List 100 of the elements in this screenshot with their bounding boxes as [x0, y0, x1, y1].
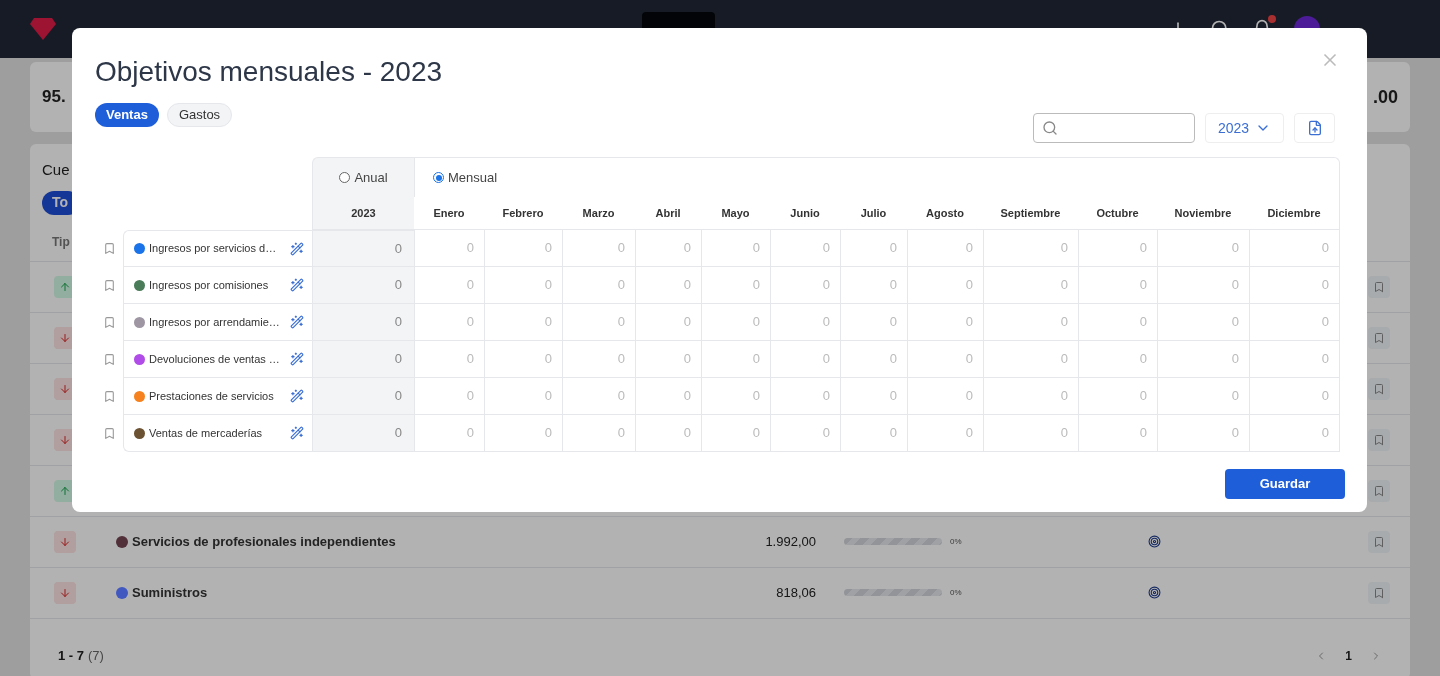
table-cell[interactable]: 0	[394, 386, 402, 406]
table-cell[interactable]: 0	[889, 238, 897, 258]
table-cell[interactable]: 0	[544, 275, 552, 295]
table-cell[interactable]: 0	[394, 349, 402, 369]
table-cell[interactable]: 0	[752, 349, 760, 369]
table-cell[interactable]: 0	[683, 386, 691, 406]
table-cell[interactable]: 0	[965, 238, 973, 258]
table-cell[interactable]: 0	[965, 423, 973, 443]
table-cell[interactable]: 0	[394, 312, 402, 332]
table-cell[interactable]: 0	[1139, 312, 1147, 332]
table-cell[interactable]: 0	[1139, 238, 1147, 258]
magic-wand-icon[interactable]	[290, 389, 304, 403]
bookmark-button[interactable]	[1368, 479, 1390, 502]
export-button[interactable]	[1294, 113, 1335, 143]
table-cell[interactable]: 0	[889, 275, 897, 295]
table-cell[interactable]: 0	[683, 275, 691, 295]
table-cell[interactable]: 0	[617, 312, 625, 332]
table-cell[interactable]: 0	[1060, 312, 1068, 332]
table-cell[interactable]: 0	[822, 423, 830, 443]
table-cell[interactable]: 0	[1321, 312, 1329, 332]
table-cell[interactable]: 0	[1060, 349, 1068, 369]
table-cell[interactable]: 0	[1139, 349, 1147, 369]
magic-wand-icon[interactable]	[290, 426, 304, 440]
table-cell[interactable]: 0	[466, 386, 474, 406]
table-cell[interactable]: 0	[1139, 275, 1147, 295]
target-icon[interactable]	[1147, 535, 1161, 548]
radio-button[interactable]	[339, 172, 351, 183]
table-cell[interactable]: 0	[1231, 423, 1239, 443]
table-cell[interactable]: 0	[1231, 386, 1239, 406]
table-cell[interactable]: 0	[889, 312, 897, 332]
target-icon[interactable]	[1147, 586, 1161, 599]
bookmark-button[interactable]	[1368, 530, 1390, 553]
table-cell[interactable]: 0	[1060, 386, 1068, 406]
table-cell[interactable]: 0	[544, 349, 552, 369]
table-cell[interactable]: 0	[752, 275, 760, 295]
search-field[interactable]	[1033, 113, 1195, 143]
table-cell[interactable]: 0	[1060, 275, 1068, 295]
table-cell[interactable]: 0	[617, 386, 625, 406]
bookmark-button[interactable]	[1368, 326, 1390, 349]
table-cell[interactable]: 0	[822, 238, 830, 258]
table-cell[interactable]: 0	[617, 238, 625, 258]
table-cell[interactable]: 0	[544, 238, 552, 258]
magic-wand-icon[interactable]	[290, 278, 304, 292]
table-cell[interactable]: 0	[466, 312, 474, 332]
table-cell[interactable]: 0	[1139, 423, 1147, 443]
magic-wand-icon[interactable]	[290, 315, 304, 329]
table-cell[interactable]: 0	[965, 275, 973, 295]
bookmark-button[interactable]	[1368, 377, 1390, 400]
table-cell[interactable]: 0	[822, 386, 830, 406]
bookmark-icon[interactable]	[102, 390, 116, 403]
table-cell[interactable]: 0	[617, 275, 625, 295]
table-cell[interactable]: 0	[1060, 238, 1068, 258]
table-cell[interactable]: 0	[1231, 238, 1239, 258]
table-cell[interactable]: 0	[683, 238, 691, 258]
bookmark-button[interactable]	[1368, 581, 1390, 604]
table-cell[interactable]: 0	[965, 386, 973, 406]
tab[interactable]: Gastos	[166, 103, 233, 127]
table-cell[interactable]: 0	[394, 238, 402, 259]
table-cell[interactable]: 0	[752, 312, 760, 332]
tab[interactable]: Ventas	[95, 103, 159, 127]
bookmark-icon[interactable]	[102, 242, 116, 255]
table-cell[interactable]: 0	[1139, 386, 1147, 406]
table-cell[interactable]: 0	[683, 349, 691, 369]
table-cell[interactable]: 0	[752, 423, 760, 443]
bookmark-icon[interactable]	[102, 279, 116, 292]
table-cell[interactable]: 0	[752, 238, 760, 258]
page-number[interactable]: 1	[1345, 647, 1352, 665]
magic-wand-icon[interactable]	[290, 352, 304, 366]
table-cell[interactable]: 0	[1321, 349, 1329, 369]
table-cell[interactable]: 0	[617, 349, 625, 369]
table-cell[interactable]: 0	[683, 312, 691, 332]
bookmark-icon[interactable]	[102, 316, 116, 329]
table-cell[interactable]: 0	[466, 275, 474, 295]
table-cell[interactable]: 0	[965, 349, 973, 369]
table-cell[interactable]: 0	[1321, 275, 1329, 295]
magic-wand-icon[interactable]	[290, 241, 304, 256]
table-cell[interactable]: 0	[822, 275, 830, 295]
table-cell[interactable]: 0	[965, 312, 973, 332]
save-button[interactable]: Guardar	[1225, 469, 1345, 499]
bookmark-icon[interactable]	[102, 427, 116, 440]
table-cell[interactable]: 0	[1060, 423, 1068, 443]
table-cell[interactable]: 0	[1321, 386, 1329, 406]
table-cell[interactable]: 0	[466, 349, 474, 369]
table-cell[interactable]: 0	[1231, 349, 1239, 369]
table-cell[interactable]: 0	[822, 349, 830, 369]
bookmark-icon[interactable]	[102, 353, 116, 366]
table-cell[interactable]: 0	[394, 423, 402, 443]
table-cell[interactable]: 0	[1231, 312, 1239, 332]
table-cell[interactable]: 0	[466, 423, 474, 443]
table-cell[interactable]: 0	[1231, 275, 1239, 295]
table-cell[interactable]: 0	[544, 423, 552, 443]
table-cell[interactable]: 0	[394, 275, 402, 295]
bookmark-button[interactable]	[1368, 428, 1390, 451]
table-cell[interactable]: 0	[683, 423, 691, 443]
table-cell[interactable]: 0	[544, 386, 552, 406]
table-cell[interactable]: 0	[889, 423, 897, 443]
table-cell[interactable]: 0	[822, 312, 830, 332]
table-cell[interactable]: 0	[1321, 238, 1329, 258]
table-cell[interactable]: 0	[544, 312, 552, 332]
table-cell[interactable]: 0	[1321, 423, 1329, 443]
